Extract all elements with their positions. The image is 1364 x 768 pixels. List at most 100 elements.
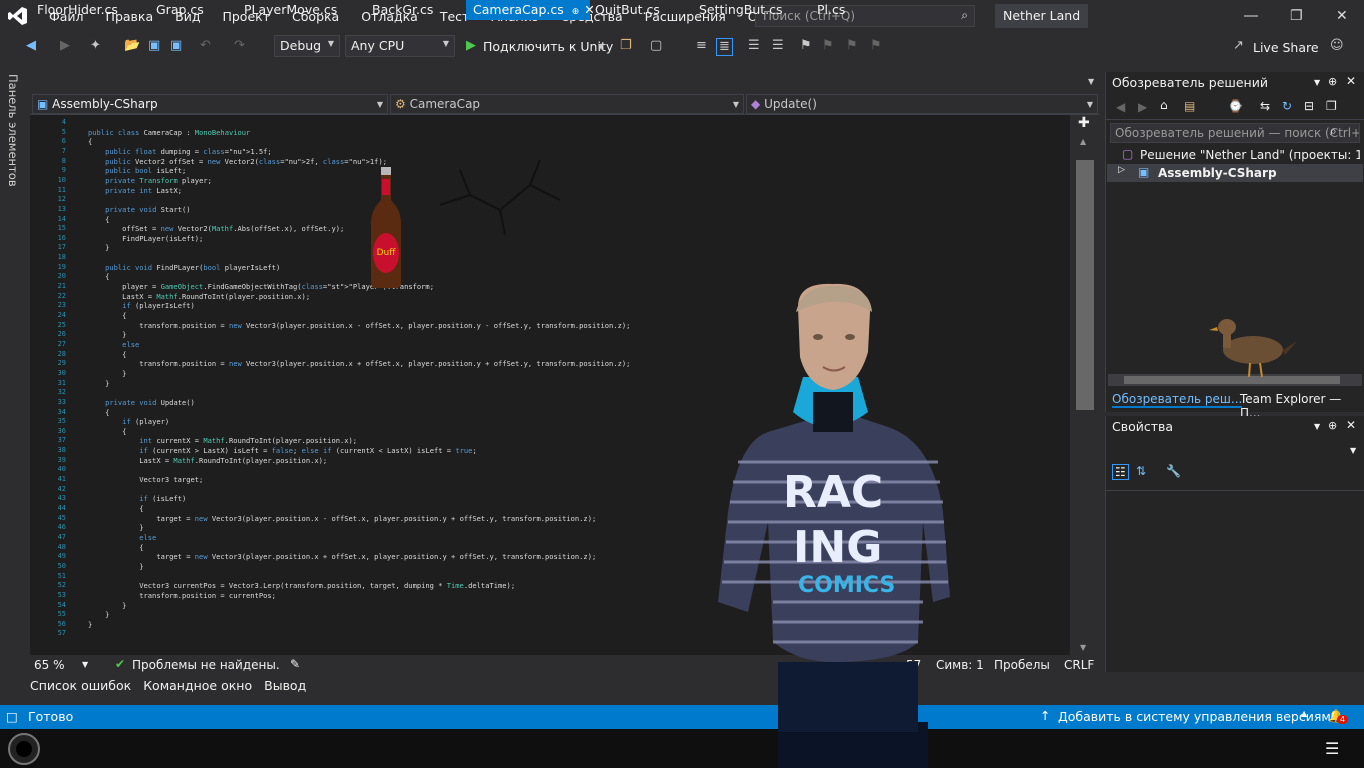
chevron-down-icon[interactable]: ▼ [598, 42, 604, 60]
code-line[interactable]: public class CameraCap : MonoBehaviour [88, 128, 250, 138]
collapse-icon[interactable]: ⊟ [1304, 99, 1314, 113]
code-line[interactable]: LastX = Mathf.RoundToInt(player.position… [88, 456, 327, 466]
config-select[interactable]: Debug ▼ [274, 35, 340, 57]
action-center-icon[interactable]: ☰ [1325, 739, 1339, 758]
tab-output[interactable]: Вывод [264, 678, 306, 698]
property-pages-icon[interactable]: 🔧 [1166, 464, 1181, 478]
tab-pl[interactable]: Pl.cs [810, 0, 852, 20]
code-line[interactable]: offSet = new Vector2(Mathf.Abs(offSet.x)… [88, 224, 344, 234]
folder-search-icon[interactable]: ❐ [620, 38, 632, 56]
code-line[interactable]: } [88, 330, 126, 340]
code-line[interactable]: } [88, 610, 109, 620]
tab-floorhider[interactable]: FloorHider.cs [30, 0, 125, 20]
scroll-down-icon[interactable]: ▼ [1080, 643, 1086, 652]
code-line[interactable]: FindPLayer(isLeft); [88, 234, 203, 244]
chevron-down-icon[interactable]: ▼ [1314, 78, 1320, 87]
code-line[interactable]: public void FindPLayer(bool playerIsLeft… [88, 263, 280, 273]
code-line[interactable]: if (isLeft) [88, 494, 186, 504]
code-line[interactable]: Vector3 currentPos = Vector3.Lerp(transf… [88, 581, 515, 591]
code-line[interactable]: private void Start() [88, 205, 190, 215]
code-line[interactable]: else [88, 533, 156, 543]
minimize-icon[interactable]: ― [1244, 8, 1258, 24]
pin-icon[interactable]: ⊕ [1328, 419, 1337, 432]
save-icon[interactable]: ▣ [148, 38, 160, 56]
wrap-icon[interactable]: ≣ [716, 38, 733, 56]
redo-icon[interactable]: ↷ [234, 38, 245, 56]
scroll-up-icon[interactable]: ▲ [1080, 137, 1086, 146]
back-icon[interactable]: ◀ [26, 38, 36, 56]
comment-icon[interactable]: ☰ [748, 38, 760, 56]
problems-status[interactable]: Проблемы не найдены. [132, 658, 280, 672]
start-orb-icon[interactable] [8, 733, 40, 765]
split-icon[interactable]: ✚ [1078, 115, 1090, 131]
categorized-icon[interactable]: ☷ [1112, 464, 1129, 480]
code-line[interactable]: } [88, 369, 126, 379]
code-line[interactable]: transform.position = currentPos; [88, 591, 276, 601]
live-share-button[interactable]: Live Share [1253, 40, 1319, 58]
scroll-thumb[interactable] [1076, 160, 1094, 410]
code-line[interactable]: Vector3 target; [88, 475, 203, 485]
open-folder-icon[interactable]: 📂 [124, 38, 140, 56]
feedback-icon[interactable]: ☺ [1330, 38, 1344, 56]
bookmark-icon[interactable]: ⚑ [800, 38, 812, 56]
spaces-indicator[interactable]: Пробелы [994, 658, 1050, 672]
code-line[interactable]: { [88, 311, 126, 321]
undo-icon[interactable]: ↶ [200, 38, 211, 56]
code-line[interactable]: private void Update() [88, 398, 195, 408]
code-line[interactable]: target = new Vector3(player.position.x -… [88, 514, 596, 524]
code-line[interactable]: public float dumping = class="nu">1.5f; [88, 147, 272, 157]
code-line[interactable]: public bool isLeft; [88, 166, 186, 176]
code-line[interactable]: if (currentX > LastX) isLeft = false; el… [88, 446, 476, 456]
solution-node[interactable]: Решение "Nether Land" (проекты: 1 из 1) [1140, 148, 1360, 162]
tab-grap[interactable]: Grap.cs [149, 0, 211, 20]
close-icon[interactable]: ✕ [1346, 418, 1356, 432]
tab-cameracap[interactable]: CameraCap.cs ⊕ ✕ [466, 0, 595, 20]
code-line[interactable]: } [88, 620, 92, 630]
project-combo[interactable]: ▣ Assembly-CSharp ▼ [32, 94, 388, 114]
code-line[interactable]: { [88, 504, 143, 514]
switch-view-icon[interactable]: ▤ [1184, 99, 1195, 113]
prev-bookmark-icon[interactable]: ⚑ [822, 38, 834, 56]
code-line[interactable]: { [88, 408, 109, 418]
new-project-icon[interactable]: ✦ [90, 38, 101, 56]
code-line[interactable]: { [88, 427, 126, 437]
home-icon[interactable]: ⌂ [1160, 98, 1168, 112]
code-line[interactable]: } [88, 601, 126, 611]
member-combo[interactable]: ◆ Update() ▼ [746, 94, 1098, 114]
code-line[interactable]: if (playerIsLeft) [88, 301, 195, 311]
brush-icon[interactable]: ✎ [290, 657, 300, 671]
close-icon[interactable]: ✕ [1346, 74, 1356, 88]
tab-overflow-icon[interactable]: ▼ [1088, 77, 1094, 86]
close-window-icon[interactable]: ✕ [1336, 8, 1348, 24]
tab-error-list[interactable]: Список ошибок [30, 678, 131, 698]
zoom-select[interactable]: 65 % [34, 658, 65, 672]
maximize-icon[interactable]: ❐ [1290, 8, 1303, 24]
code-line[interactable]: { [88, 137, 92, 147]
tab-settingbut[interactable]: SettingBut.cs [692, 0, 790, 20]
expand-icon[interactable]: ▷ [1118, 165, 1125, 175]
project-node[interactable]: Assembly-CSharp [1158, 166, 1277, 180]
save-all-icon[interactable]: ▣ [170, 38, 182, 56]
sync-icon[interactable]: ⇆ [1260, 99, 1270, 113]
code-line[interactable]: target = new Vector3(player.position.x +… [88, 552, 596, 562]
code-line[interactable]: { [88, 215, 109, 225]
tab-solution-explorer[interactable]: Обозреватель реш... [1112, 392, 1243, 408]
refresh-icon[interactable]: ↻ [1282, 99, 1292, 113]
tab-command-window[interactable]: Командное окно [143, 678, 252, 698]
clear-bookmarks-icon[interactable]: ⚑ [870, 38, 882, 56]
code-line[interactable]: if (player) [88, 417, 169, 427]
tab-quitbut[interactable]: QuitBut.cs [588, 0, 667, 20]
back-icon[interactable]: ◀ [1116, 100, 1125, 114]
tab-backgr[interactable]: BackGr.cs [365, 0, 440, 20]
code-line[interactable]: private Transform player; [88, 176, 212, 186]
add-to-source-control-button[interactable]: Добавить в систему управления версиями [1058, 709, 1339, 724]
attach-unity-button[interactable]: Подключить к Unity [483, 39, 613, 57]
class-combo[interactable]: ⚙ CameraCap ▼ [390, 94, 744, 114]
code-line[interactable]: LastX = Mathf.RoundToInt(player.position… [88, 292, 310, 302]
chevron-down-icon[interactable]: ▼ [82, 660, 88, 669]
chevron-down-icon[interactable]: ▼ [1314, 422, 1320, 431]
forward-icon[interactable]: ▶ [60, 38, 70, 56]
code-line[interactable]: } [88, 379, 109, 389]
code-line[interactable]: { [88, 272, 109, 282]
code-line[interactable]: transform.position = new Vector3(player.… [88, 359, 630, 369]
